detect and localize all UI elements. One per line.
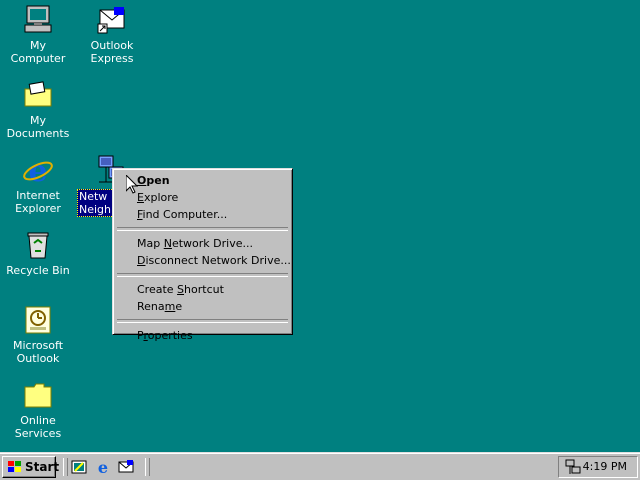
desktop-icon-label: Online Services	[14, 414, 62, 440]
menu-separator	[117, 319, 288, 323]
toolbar-grip[interactable]	[63, 458, 68, 476]
desktop-icon-microsoft-outlook[interactable]: Microsoft Outlook	[1, 304, 75, 365]
menu-item-rename[interactable]: Rename	[116, 298, 289, 315]
folder-icon	[22, 79, 54, 111]
desktop-icon-outlook-express[interactable]: Outlook Express	[75, 4, 149, 65]
desktop-icon-label: Recycle Bin	[6, 264, 70, 277]
menu-item-create-shortcut[interactable]: Create Shortcut	[116, 281, 289, 298]
desktop-icon-my-computer[interactable]: My Computer	[1, 4, 75, 65]
desktop-icon-recycle-bin[interactable]: Recycle Bin	[1, 229, 75, 277]
desktop-icon-label: Internet Explorer	[15, 189, 61, 215]
clock[interactable]: 4:19 PM	[583, 460, 627, 474]
svg-text:e: e	[98, 459, 108, 475]
start-button[interactable]: Start	[2, 456, 60, 478]
menu-item-disconnect-network-drive[interactable]: Disconnect Network Drive...	[116, 252, 291, 269]
svg-text:e: e	[28, 154, 47, 186]
menu-separator	[117, 227, 288, 231]
outlook-express-icon	[96, 4, 128, 36]
recycle-bin-icon	[22, 229, 54, 261]
internet-explorer-icon[interactable]: e	[95, 458, 111, 477]
network-icon[interactable]	[565, 459, 581, 475]
taskbar: Start e 4:19 PM	[0, 452, 640, 480]
mouse-pointer-icon	[126, 175, 138, 194]
menu-item-properties[interactable]: Properties	[116, 327, 289, 344]
menu-item-explore[interactable]: Explore	[116, 189, 289, 206]
show-desktop-icon[interactable]	[71, 459, 87, 475]
desktop-icon-label: My Computer	[10, 39, 66, 65]
my-computer-icon	[22, 4, 54, 36]
start-label: Start	[25, 460, 60, 474]
microsoft-outlook-icon	[22, 304, 54, 336]
menu-separator	[117, 273, 288, 277]
desktop-icon-online-services[interactable]: Online Services	[1, 379, 75, 440]
menu-item-find-computer[interactable]: Find Computer...	[116, 206, 289, 223]
toolbar-grip[interactable]	[145, 458, 150, 476]
desktop-icon-label: Outlook Express	[90, 39, 134, 65]
desktop-icon-internet-explorer[interactable]: e Internet Explorer	[1, 154, 75, 215]
desktop-icon-label: Microsoft Outlook	[12, 339, 64, 365]
internet-explorer-icon: e	[22, 154, 54, 189]
desktop-icon-my-documents[interactable]: My Documents	[1, 79, 75, 140]
menu-item-map-network-drive[interactable]: Map Network Drive...	[116, 235, 289, 252]
folder-icon	[22, 379, 54, 411]
outlook-express-icon[interactable]	[118, 459, 134, 475]
windows-logo-icon	[8, 461, 21, 472]
menu-item-open[interactable]: Open	[116, 172, 289, 189]
desktop-icon-label: My Documents	[6, 114, 70, 140]
system-tray: 4:19 PM	[558, 456, 638, 478]
context-menu: Open Explore Find Computer... Map Networ…	[112, 168, 293, 342]
